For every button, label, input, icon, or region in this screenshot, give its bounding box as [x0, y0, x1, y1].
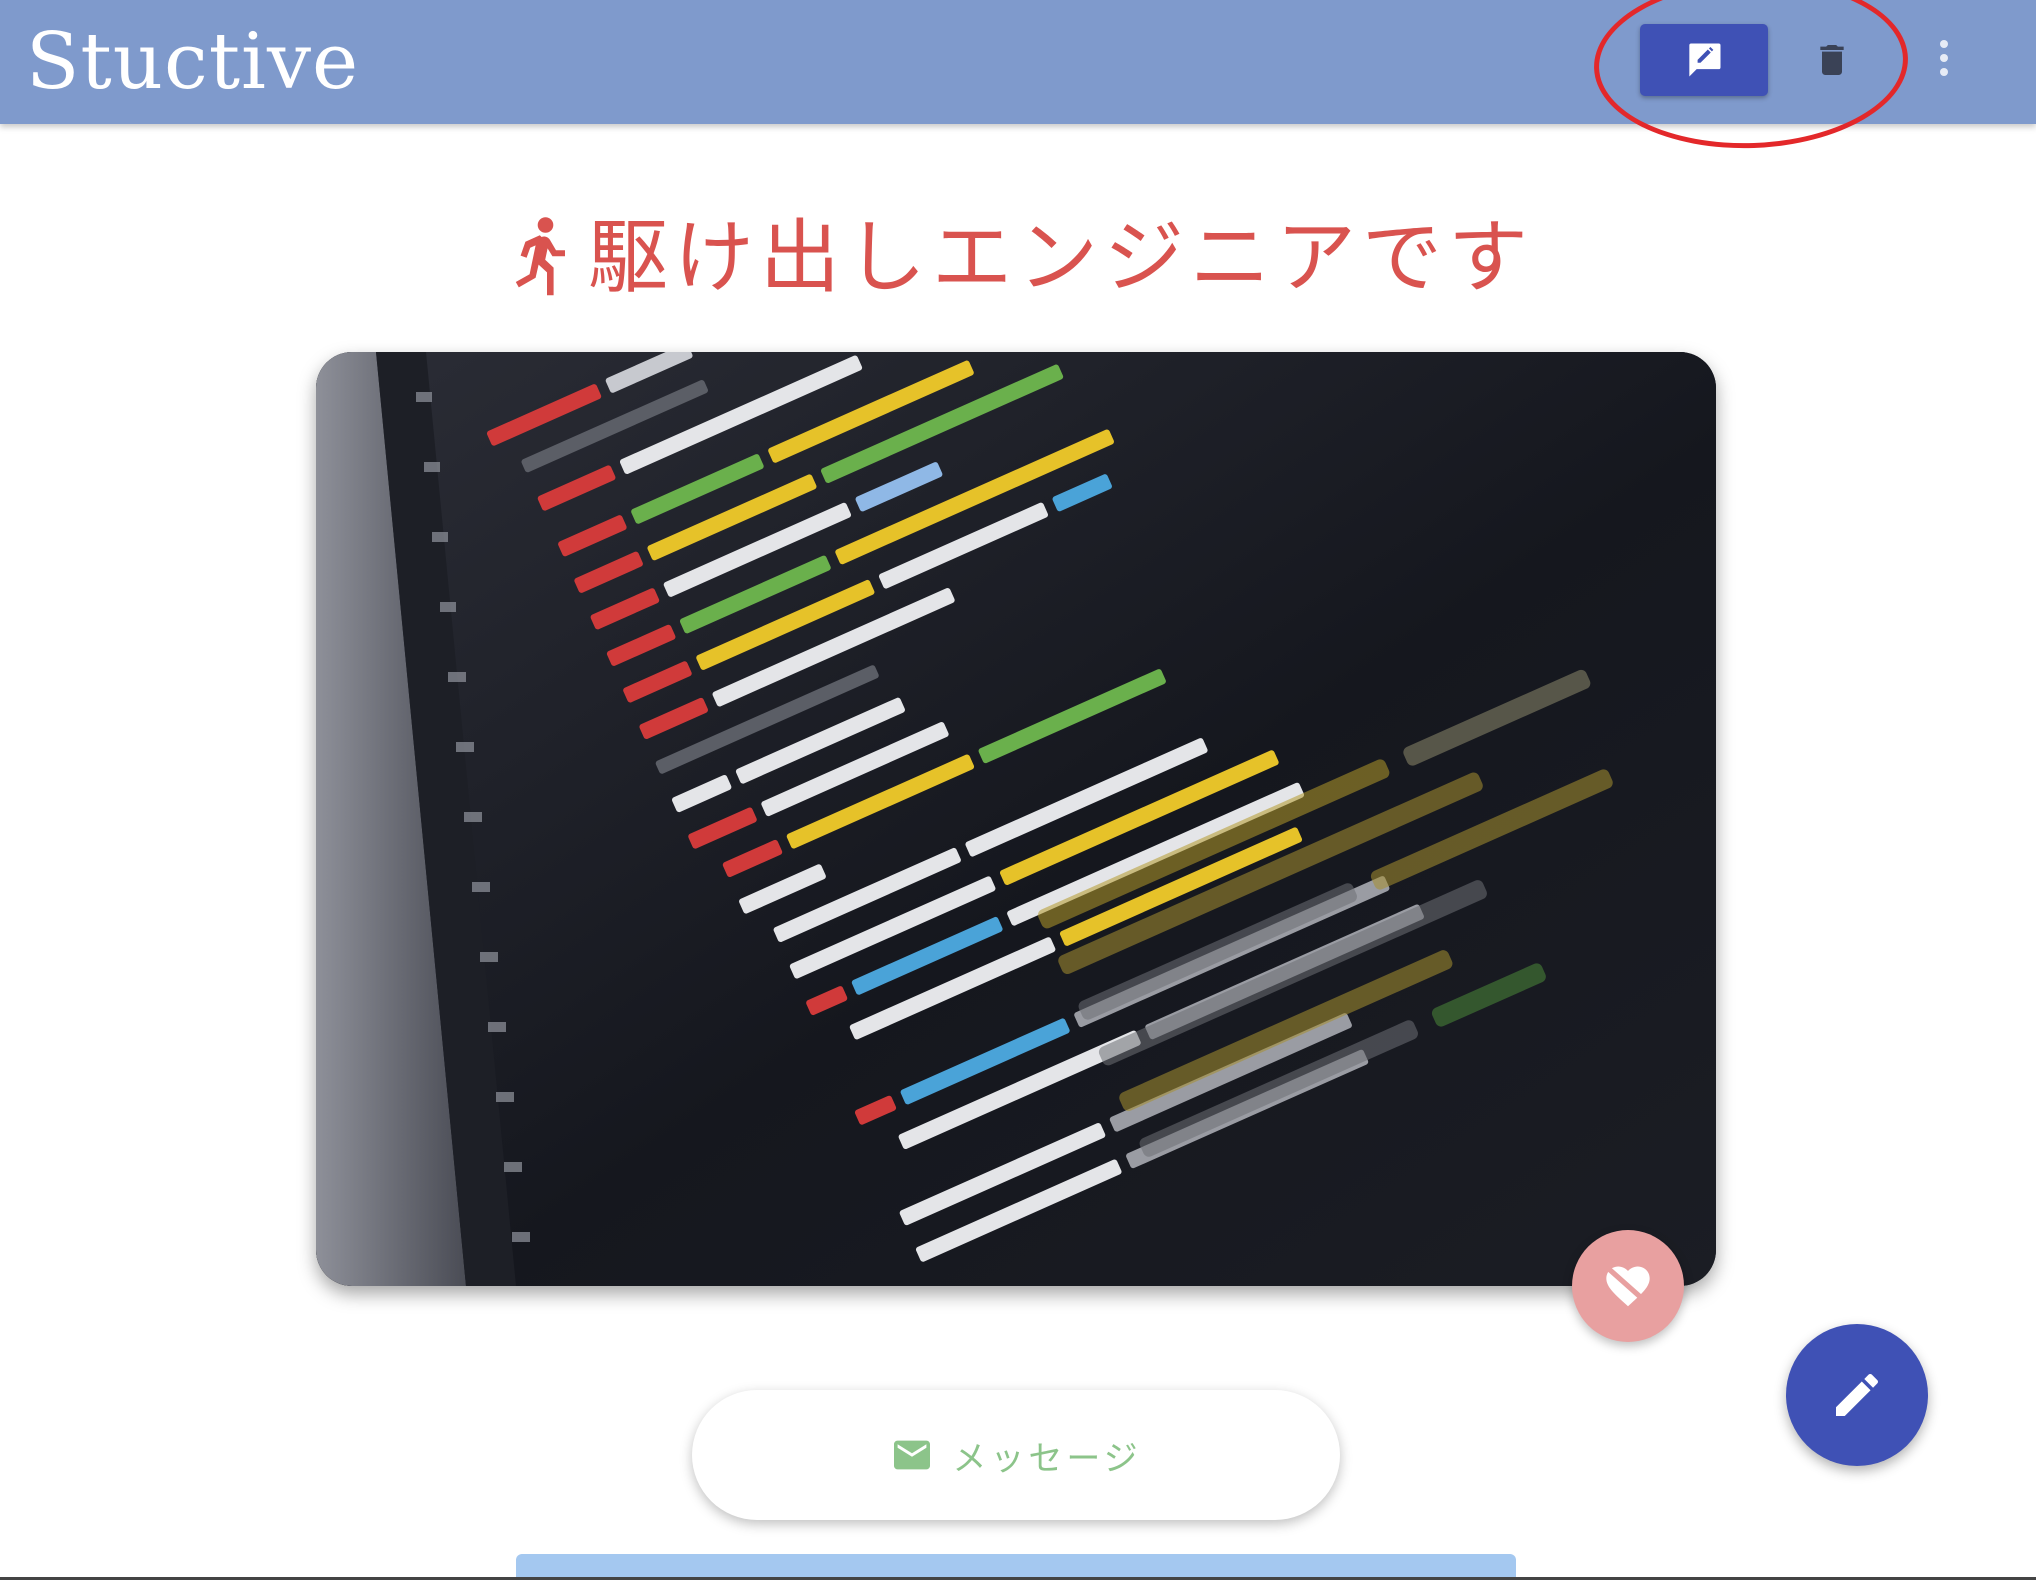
delete-button[interactable] [1800, 28, 1864, 92]
more-menu-button[interactable] [1916, 26, 1972, 90]
code-screen-photo [316, 352, 1716, 1286]
running-person-icon [515, 217, 565, 296]
profile-headline: 駆け出しエンジニアです [0, 210, 2036, 306]
headline-text: 駆け出しエンジニアです [588, 211, 1534, 304]
profile-image [316, 352, 1716, 1286]
message-button-label: メッセージ [952, 1438, 1142, 1479]
edit-comment-icon [1689, 43, 1721, 77]
like-button[interactable] [1572, 1230, 1684, 1342]
edit-fab-button[interactable] [1786, 1324, 1928, 1466]
pencil-icon [1836, 1373, 1879, 1416]
trash-icon [1820, 45, 1844, 75]
edit-profile-button[interactable] [1640, 24, 1768, 96]
heart-broken-icon [1605, 1266, 1651, 1307]
mail-icon [894, 1440, 931, 1470]
more-vert-icon [1940, 40, 1948, 76]
message-button[interactable]: メッセージ [692, 1390, 1340, 1520]
app-title[interactable]: Stuctive [26, 14, 359, 110]
app-bar: Stuctive [0, 0, 2036, 124]
